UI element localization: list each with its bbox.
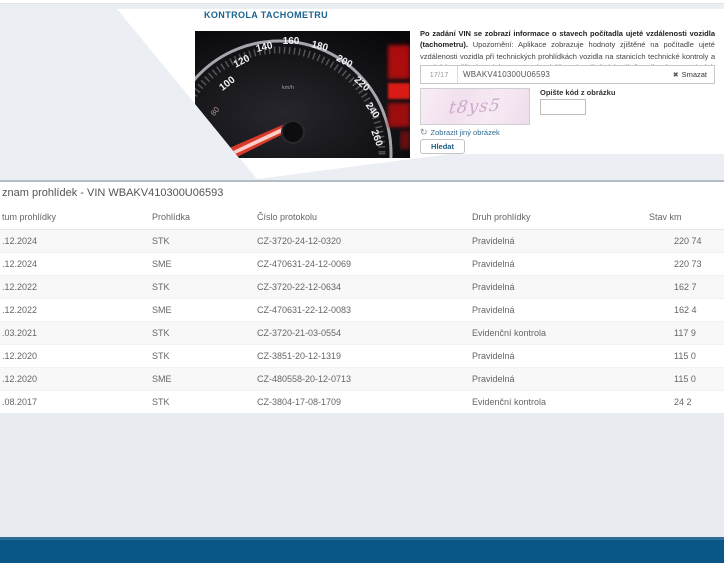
cell-station: STK xyxy=(150,391,255,414)
captcha-code: t8ys5 xyxy=(448,95,502,118)
table-row: .12.2024SMECZ-470631-24-12-0069Pravideln… xyxy=(0,253,724,276)
cell-type: Pravidelná xyxy=(470,230,672,253)
column-header-km: Stav km xyxy=(672,205,724,230)
column-header-protocol: Číslo protokolu xyxy=(255,205,470,230)
column-header-date: tum prohlídky xyxy=(0,205,150,230)
cell-station: STK xyxy=(150,345,255,368)
cell-protocol: CZ-3720-22-12-0634 xyxy=(255,276,470,299)
table-row: .08.2017STKCZ-3804-17-08-1709Evidenční k… xyxy=(0,391,724,414)
table-row: .03.2021STKCZ-3720-21-03-0554Evidenční k… xyxy=(0,322,724,345)
cell-protocol: CZ-3720-24-12-0320 xyxy=(255,230,470,253)
speedometer-image: 100 120 140 160 180 200 220 240 260 80 6… xyxy=(195,31,410,158)
inspections-table: tum prohlídky Prohlídka Číslo protokolu … xyxy=(0,205,724,413)
cell-type: Pravidelná xyxy=(470,276,672,299)
search-button[interactable]: Hledat xyxy=(420,139,465,154)
cell-type: Evidenční kontrola xyxy=(470,391,672,414)
cell-date: .12.2024 xyxy=(0,230,150,253)
column-header-type: Druh prohlídky xyxy=(470,205,672,230)
cell-type: Pravidelná xyxy=(470,368,672,391)
vin-char-counter: 17/17 xyxy=(421,66,458,83)
results-section: znam prohlídek - VIN WBAKV410300U06593 t… xyxy=(0,180,724,413)
cell-date: .12.2020 xyxy=(0,345,150,368)
table-row: .12.2022STKCZ-3720-22-12-0634Pravidelná1… xyxy=(0,276,724,299)
captcha-image: t8ys5 xyxy=(420,88,530,125)
cell-type: Pravidelná xyxy=(470,299,672,322)
table-row: .12.2024STKCZ-3720-24-12-0320Pravidelná2… xyxy=(0,230,724,253)
cell-km: 162 4 xyxy=(672,299,724,322)
cell-protocol: CZ-3720-21-03-0554 xyxy=(255,322,470,345)
dial-number-dim: 60 xyxy=(202,131,214,144)
cell-station: SME xyxy=(150,368,255,391)
header-zone: KONTROLA TACHOMETRU 100 120 140 160 180 … xyxy=(0,3,724,181)
table-row: .12.2022SMECZ-470631-22-12-0083Pravideln… xyxy=(0,299,724,322)
cell-km: 220 73 xyxy=(672,253,724,276)
refresh-icon: ↻ xyxy=(420,128,428,137)
cell-km: 115 0 xyxy=(672,368,724,391)
cell-km: 115 0 xyxy=(672,345,724,368)
captcha-label: Opište kód z obrázku xyxy=(540,88,615,97)
cell-protocol: CZ-480558-20-12-0713 xyxy=(255,368,470,391)
cell-type: Pravidelná xyxy=(470,253,672,276)
cell-km: 220 74 xyxy=(672,230,724,253)
cell-station: SME xyxy=(150,253,255,276)
table-header-row: tum prohlídky Prohlídka Číslo protokolu … xyxy=(0,205,724,230)
refresh-captcha-link[interactable]: ↻ Zobrazit jiný obrázek xyxy=(420,128,500,137)
clear-vin-button[interactable]: ✖Smazat xyxy=(673,70,714,79)
vin-input[interactable] xyxy=(458,70,673,79)
cell-type: Pravidelná xyxy=(470,345,672,368)
clear-label: Smazat xyxy=(682,70,707,79)
refresh-label: Zobrazit jiný obrázek xyxy=(431,128,500,137)
cell-date: .08.2017 xyxy=(0,391,150,414)
cell-station: SME xyxy=(150,299,255,322)
cell-date: .12.2020 xyxy=(0,368,150,391)
cell-date: .12.2022 xyxy=(0,276,150,299)
page-title: KONTROLA TACHOMETRU xyxy=(204,10,328,20)
speedometer-graphic: 100 120 140 160 180 200 220 240 260 80 6… xyxy=(195,31,410,158)
table-row: .12.2020SMECZ-480558-20-12-0713Pravideln… xyxy=(0,368,724,391)
cell-km: 24 2 xyxy=(672,391,724,414)
cell-protocol: CZ-470631-22-12-0083 xyxy=(255,299,470,322)
cell-date: .12.2024 xyxy=(0,253,150,276)
cell-km: 162 7 xyxy=(672,276,724,299)
results-title: znam prohlídek - VIN WBAKV410300U06593 xyxy=(0,182,724,205)
cell-protocol: CZ-3851-20-12-1319 xyxy=(255,345,470,368)
captcha-input[interactable] xyxy=(540,99,586,115)
cell-date: .12.2022 xyxy=(0,299,150,322)
lower-background xyxy=(0,413,724,537)
cell-date: .03.2021 xyxy=(0,322,150,345)
table-row: .12.2020STKCZ-3851-20-12-1319Pravidelná1… xyxy=(0,345,724,368)
cell-type: Evidenční kontrola xyxy=(470,322,672,345)
dial-number: 160 xyxy=(283,36,300,47)
cell-station: STK xyxy=(150,322,255,345)
cell-km: 117 9 xyxy=(672,322,724,345)
cell-protocol: CZ-3804-17-08-1709 xyxy=(255,391,470,414)
column-header-station: Prohlídka xyxy=(150,205,255,230)
vin-input-group: 17/17 ✖Smazat xyxy=(420,65,715,84)
cell-protocol: CZ-470631-24-12-0069 xyxy=(255,253,470,276)
clear-icon: ✖ xyxy=(673,71,679,79)
cell-station: STK xyxy=(150,276,255,299)
footer-bar xyxy=(0,537,724,563)
dial-unit-label: km/h xyxy=(282,85,294,91)
cell-station: STK xyxy=(150,230,255,253)
